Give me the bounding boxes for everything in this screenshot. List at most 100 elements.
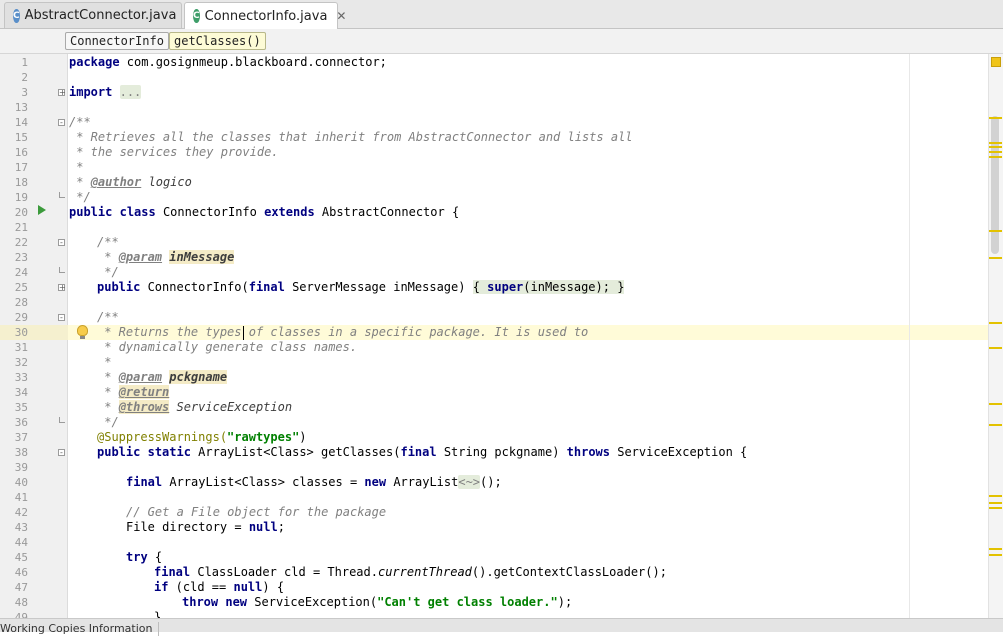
code-line: * Retrieves all the classes that inherit… <box>69 130 633 144</box>
line-number: 18 <box>14 176 28 189</box>
line-number: 25 <box>14 281 28 294</box>
warning-marker[interactable] <box>989 424 1002 426</box>
code-line: */ <box>97 265 119 279</box>
line-number: 40 <box>14 476 28 489</box>
code-line: import ... <box>69 85 142 99</box>
line-number: 47 <box>14 581 28 594</box>
warning-status-icon[interactable] <box>991 57 1001 67</box>
code-line: final ClassLoader cld = Thread.currentTh… <box>154 565 667 579</box>
code-line: /** <box>97 310 119 324</box>
fold-end-icon[interactable] <box>59 192 65 198</box>
line-number: 46 <box>14 566 28 579</box>
line-number: 14 <box>14 116 28 129</box>
code-line: } <box>154 610 162 618</box>
line-number: 21 <box>14 221 28 234</box>
warning-marker[interactable] <box>989 502 1002 504</box>
tab-connector-info[interactable]: C ConnectorInfo.java ✕ <box>184 2 346 29</box>
warning-marker[interactable] <box>989 403 1002 405</box>
code-line: /** <box>69 115 91 129</box>
line-number: 45 <box>14 551 28 564</box>
code-line: */ <box>69 190 91 204</box>
line-number: 17 <box>14 161 28 174</box>
code-line: final ArrayList<Class> classes = new Arr… <box>126 475 502 489</box>
line-number: 32 <box>14 356 28 369</box>
folded-imports[interactable]: ... <box>119 85 142 99</box>
line-number: 36 <box>14 416 28 429</box>
warning-marker[interactable] <box>989 548 1002 550</box>
warning-marker[interactable] <box>989 554 1002 556</box>
warning-marker[interactable] <box>989 151 1002 153</box>
code-line: if (cld == null) { <box>154 580 285 594</box>
line-number: 34 <box>14 386 28 399</box>
code-line: * <box>97 355 112 369</box>
run-gutter-icon[interactable] <box>38 205 46 215</box>
line-number: 37 <box>14 431 28 444</box>
warning-marker[interactable] <box>989 347 1002 349</box>
fold-expand-icon[interactable]: + <box>58 284 66 292</box>
code-line: * @param pckgname <box>97 370 228 384</box>
tab-label: AbstractConnector.java <box>24 8 177 23</box>
code-line: throw new ServiceException("Can't get cl… <box>182 595 573 609</box>
code-line: public class ConnectorInfo extends Abstr… <box>69 205 460 219</box>
code-line: * @return <box>97 385 170 399</box>
warning-marker[interactable] <box>989 507 1002 509</box>
code-line: * @param inMessage <box>97 250 235 264</box>
close-icon[interactable]: ✕ <box>336 9 346 23</box>
tool-window-bar: Working Copies Information <box>0 618 1003 636</box>
line-number: 44 <box>14 536 28 549</box>
line-number: 39 <box>14 461 28 474</box>
line-number: 42 <box>14 506 28 519</box>
scrollbar-thumb[interactable] <box>991 116 999 254</box>
code-line: File directory = null; <box>126 520 285 534</box>
java-class-icon: C <box>193 9 200 23</box>
warning-marker[interactable] <box>989 230 1002 232</box>
code-line: * @author logico <box>69 175 192 189</box>
fold-collapse-icon[interactable]: - <box>58 119 65 127</box>
warning-marker[interactable] <box>989 322 1002 324</box>
tab-abstract-connector[interactable]: C AbstractConnector.java ✕ <box>4 2 195 28</box>
fold-collapse-icon[interactable]: - <box>58 449 65 457</box>
error-stripe[interactable] <box>988 54 1003 618</box>
warning-marker[interactable] <box>989 156 1002 158</box>
line-number: 31 <box>14 341 28 354</box>
text-caret <box>243 326 244 340</box>
line-number: 23 <box>14 251 28 264</box>
warning-marker[interactable] <box>989 257 1002 259</box>
warning-marker[interactable] <box>989 146 1002 148</box>
code-line: * the services they provide. <box>69 145 279 159</box>
line-number: 30 <box>14 326 28 339</box>
working-copies-tab[interactable]: Working Copies Information <box>0 622 160 636</box>
breadcrumb-class[interactable]: ConnectorInfo <box>65 32 169 50</box>
line-number: 24 <box>14 266 28 279</box>
fold-end-icon[interactable] <box>59 417 65 423</box>
line-number: 20 <box>14 206 28 219</box>
fold-expand-icon[interactable]: + <box>58 89 66 97</box>
line-number: 28 <box>14 296 28 309</box>
line-number: 16 <box>14 146 28 159</box>
code-line: try { <box>126 550 163 564</box>
line-number: 41 <box>14 491 28 504</box>
warning-marker[interactable] <box>989 142 1002 144</box>
code-line: * Returns the types of classes in a spec… <box>97 325 589 339</box>
line-number: 22 <box>14 236 28 249</box>
line-number: 49 <box>14 611 28 618</box>
line-number: 35 <box>14 401 28 414</box>
warning-marker[interactable] <box>989 495 1002 497</box>
warning-marker[interactable] <box>989 117 1002 119</box>
code-line: /** <box>97 235 119 249</box>
fold-collapse-icon[interactable]: - <box>58 314 65 322</box>
breadcrumb: ConnectorInfo getClasses() <box>0 29 1003 54</box>
fold-collapse-icon[interactable]: - <box>58 239 65 247</box>
code-line: public ConnectorInfo(final ServerMessage… <box>97 280 625 294</box>
code-editor[interactable]: package com.gosignmeup.blackboard.connec… <box>68 54 988 618</box>
java-class-icon: C <box>13 8 20 23</box>
breadcrumb-method[interactable]: getClasses() <box>169 32 266 50</box>
line-number: 15 <box>14 131 28 144</box>
code-line: */ <box>97 415 119 429</box>
line-number: 48 <box>14 596 28 609</box>
lightbulb-icon[interactable] <box>77 325 88 339</box>
line-number: 2 <box>21 71 28 84</box>
code-line: // Get a File object for the package <box>126 505 387 519</box>
fold-end-icon[interactable] <box>59 267 65 273</box>
line-number: 1 <box>21 56 28 69</box>
